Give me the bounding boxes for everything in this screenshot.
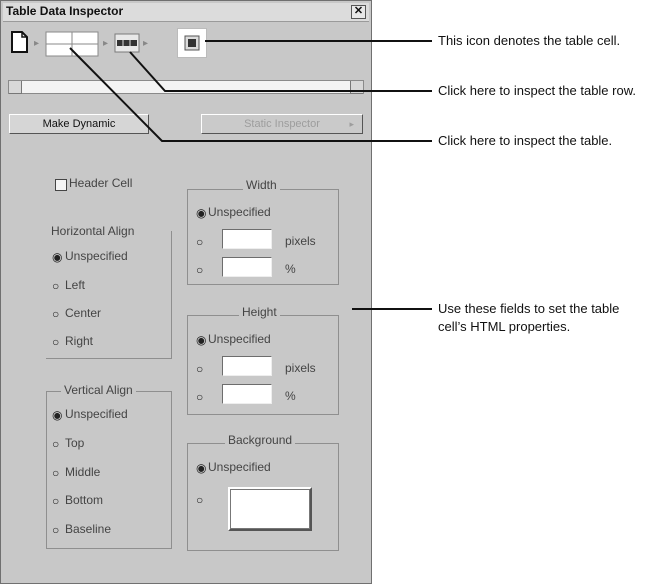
callout-table: Click here to inspect the table. <box>438 133 613 148</box>
callout-table-cell: This icon denotes the table cell. <box>438 33 621 48</box>
callout-fields-line2: cell’s HTML properties. <box>438 319 571 334</box>
callout-table-row: Click here to inspect the table row. <box>438 83 636 98</box>
callout-fields-line1: Use these fields to set the table <box>438 301 620 316</box>
